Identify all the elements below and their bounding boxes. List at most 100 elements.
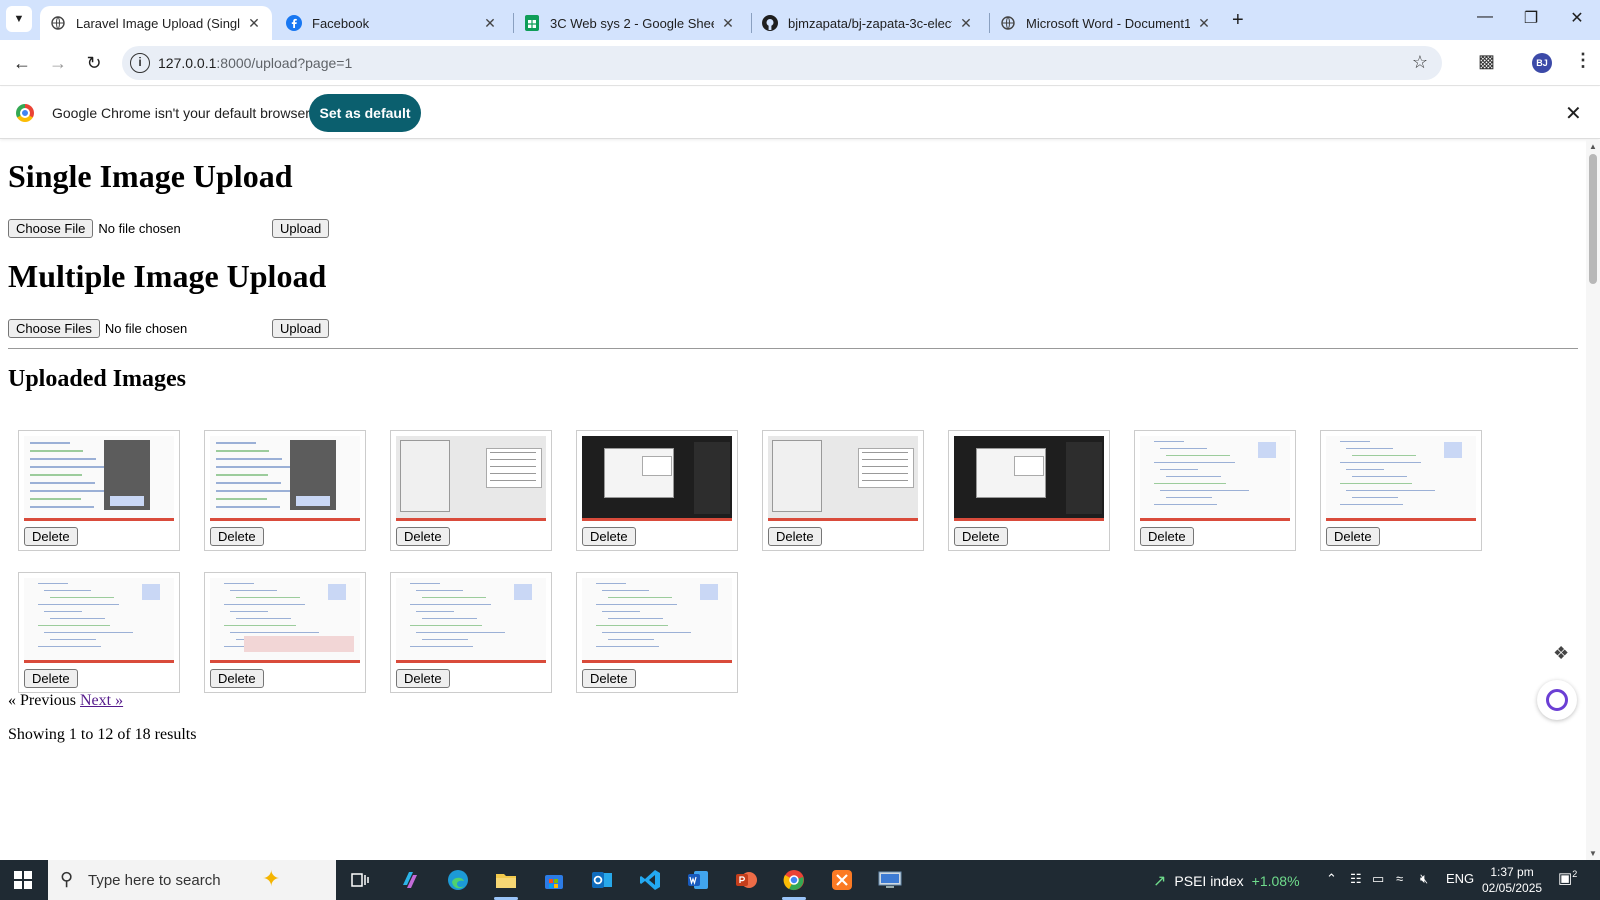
set-as-default-button[interactable]: Set as default [309, 94, 421, 132]
clock-time: 1:37 pm [1490, 865, 1534, 879]
vscode-icon[interactable] [630, 864, 670, 896]
search-highlight-sparkle-icon: ✦ [262, 866, 281, 891]
volume-muted-icon[interactable]: 🔇︎ [1420, 871, 1428, 887]
delete-button[interactable]: Delete [1140, 527, 1194, 546]
xampp-icon[interactable] [822, 864, 862, 896]
tab-laravel-upload[interactable]: Laravel Image Upload (Single + Multiple)… [40, 6, 272, 40]
tab-close-icon[interactable]: ✕ [958, 15, 974, 32]
globe-icon [1000, 15, 1016, 31]
close-window-icon[interactable]: ✕ [1554, 8, 1600, 28]
chrome-menu-icon[interactable]: ⋮ [1574, 50, 1592, 71]
image-thumbnail [396, 436, 546, 521]
page-scrollbar[interactable]: ▲ ▼ [1586, 140, 1600, 860]
url-path: :8000/upload?page=1 [216, 55, 353, 71]
facebook-icon [286, 15, 302, 31]
apps-grid-icon[interactable]: ❖ [1553, 643, 1569, 664]
delete-button[interactable]: Delete [582, 669, 636, 688]
github-icon [762, 15, 778, 31]
single-upload-form: Choose File No file chosen Upload [8, 219, 330, 238]
browser-tab-strip: ▼ Laravel Image Upload (Single + Multipl… [0, 0, 1600, 40]
delete-button[interactable]: Delete [1326, 527, 1380, 546]
extensions-puzzle-icon[interactable]: ▩ [1478, 51, 1495, 72]
tab-title: Facebook [312, 15, 370, 31]
file-explorer-icon[interactable] [486, 864, 526, 900]
minimize-icon[interactable]: — [1462, 8, 1508, 26]
tab-github[interactable]: bjmzapata/bj-zapata-3c-electives ✕ [752, 6, 984, 40]
infobar-close-icon[interactable]: ✕ [1565, 101, 1582, 126]
tab-title: bjmzapata/bj-zapata-3c-electives [788, 15, 952, 31]
ticker-name: PSEI index [1174, 873, 1244, 889]
divider [8, 348, 1578, 349]
image-card: Delete [390, 572, 552, 693]
delete-button[interactable]: Delete [210, 669, 264, 688]
image-thumbnail [396, 578, 546, 663]
image-thumbnail [1326, 436, 1476, 521]
notifications-icon[interactable]: ▣2 [1558, 869, 1577, 887]
back-arrow-icon[interactable]: ← [10, 51, 34, 75]
word-icon[interactable] [678, 864, 718, 896]
url-text[interactable]: 127.0.0.1:8000/upload?page=1 [158, 55, 352, 71]
tab-close-icon[interactable]: ✕ [482, 15, 498, 32]
image-card: Delete [18, 430, 180, 551]
tab-word-document[interactable]: Microsoft Word - Document1 ✕ [990, 6, 1222, 40]
delete-button[interactable]: Delete [24, 669, 78, 688]
single-upload-button[interactable]: Upload [272, 219, 330, 238]
taskbar-search-box[interactable]: ⚲ Type here to search ✦ [48, 860, 336, 900]
tab-close-icon[interactable]: ✕ [246, 15, 262, 32]
delete-button[interactable]: Delete [768, 527, 822, 546]
tab-facebook[interactable]: Facebook ✕ [276, 6, 508, 40]
task-view-icon[interactable] [340, 864, 380, 896]
delete-button[interactable]: Delete [396, 669, 450, 688]
stock-chart-icon: ↗ [1153, 873, 1167, 890]
powerpoint-icon[interactable] [726, 864, 766, 896]
forward-arrow-icon[interactable]: → [46, 51, 70, 75]
delete-button[interactable]: Delete [582, 527, 636, 546]
system-clock[interactable]: 1:37 pm 02/05/2025 [1482, 864, 1542, 896]
tab-close-icon[interactable]: ✕ [720, 15, 736, 32]
delete-button[interactable]: Delete [210, 527, 264, 546]
tab-close-icon[interactable]: ✕ [1196, 15, 1212, 32]
choose-files-button[interactable]: Choose Files [8, 319, 100, 338]
multiple-upload-button[interactable]: Upload [272, 319, 330, 338]
url-host: 127.0.0.1 [158, 55, 217, 71]
bookmark-star-icon[interactable]: ☆ [1412, 52, 1428, 73]
new-tab-plus-icon[interactable]: + [1232, 9, 1244, 32]
stock-ticker-widget[interactable]: ↗ PSEI index +1.08% [1153, 871, 1300, 891]
image-card: Delete [762, 430, 924, 551]
battery-icon[interactable]: ▭ [1372, 871, 1384, 887]
copilot-taskbar-icon[interactable] [390, 864, 430, 896]
scroll-thumb[interactable] [1589, 154, 1597, 284]
scroll-down-arrow-icon[interactable]: ▼ [1589, 849, 1597, 858]
image-card: Delete [390, 430, 552, 551]
delete-button[interactable]: Delete [396, 527, 450, 546]
edge-browser-icon[interactable] [438, 864, 478, 896]
pagination: « Previous Next » [8, 692, 123, 710]
microsoft-store-icon[interactable] [534, 864, 574, 896]
wifi-icon[interactable]: ≈ [1396, 871, 1403, 886]
reload-icon[interactable]: ↻ [82, 51, 106, 75]
next-page-link[interactable]: Next » [80, 692, 123, 709]
tab-title: Microsoft Word - Document1 [1026, 15, 1190, 31]
chrome-taskbar-icon[interactable] [774, 864, 814, 900]
scroll-up-arrow-icon[interactable]: ▲ [1589, 142, 1597, 151]
tab-title: 3C Web sys 2 - Google Sheets [550, 15, 714, 31]
tab-search-chevron-icon[interactable]: ▼ [6, 6, 32, 32]
default-browser-infobar: Google Chrome isn't your default browser… [0, 87, 1600, 139]
profile-avatar[interactable]: BJ [1532, 53, 1552, 73]
language-indicator[interactable]: ENG [1446, 871, 1474, 886]
image-thumbnail [768, 436, 918, 521]
delete-button[interactable]: Delete [954, 527, 1008, 546]
remote-desktop-icon[interactable] [870, 864, 910, 896]
windows-start-icon[interactable] [14, 871, 32, 889]
outlook-icon[interactable] [582, 864, 622, 896]
tab-google-sheets[interactable]: 3C Web sys 2 - Google Sheets ✕ [514, 6, 746, 40]
show-hidden-icons-chevron-icon[interactable]: ⌃ [1326, 871, 1337, 887]
image-thumbnail [954, 436, 1104, 521]
site-info-icon[interactable]: i [130, 53, 150, 73]
restore-icon[interactable]: ❐ [1508, 8, 1554, 28]
delete-button[interactable]: Delete [24, 527, 78, 546]
copilot-icon[interactable] [1537, 680, 1577, 720]
meet-now-icon[interactable]: ☷ [1350, 871, 1362, 887]
address-bar[interactable]: i 127.0.0.1:8000/upload?page=1 ☆ [122, 46, 1442, 80]
choose-file-button[interactable]: Choose File [8, 219, 94, 238]
